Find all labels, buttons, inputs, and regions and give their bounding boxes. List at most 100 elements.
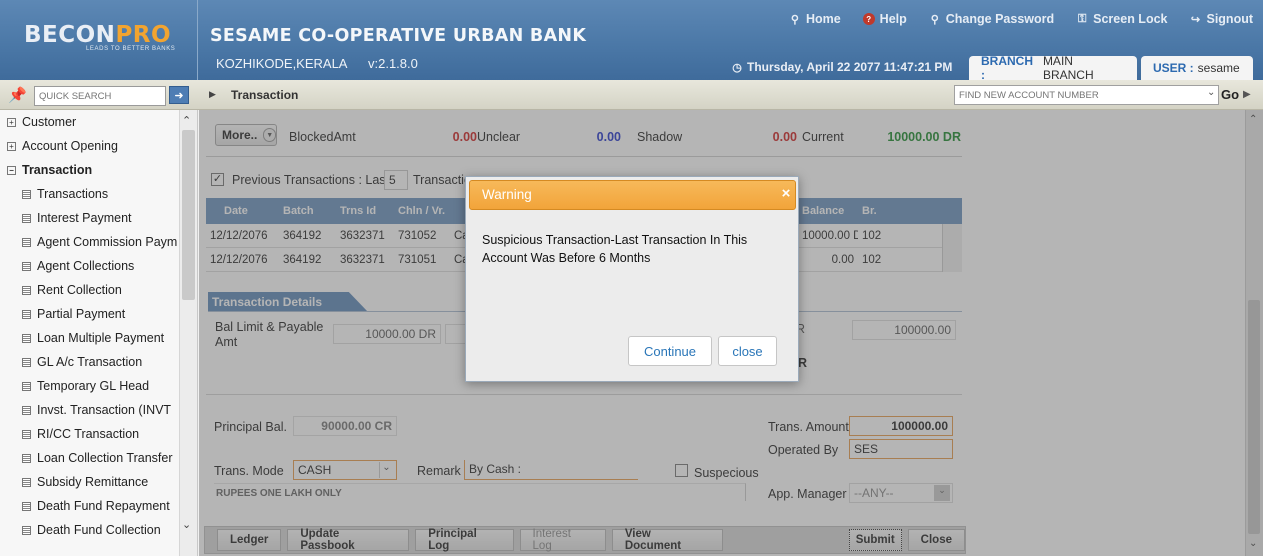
sidebar-item[interactable]: GL A/c Transaction [0, 350, 178, 374]
dialog-title: Warning [482, 187, 532, 202]
search-icon: ⚲ [790, 13, 799, 26]
quick-search-button[interactable]: ➜ [169, 86, 189, 104]
page-icon [22, 189, 31, 199]
logo: BECONPRO LEADS TO BETTER BANKS [0, 0, 198, 80]
sidebar-item-label: GL A/c Transaction [37, 355, 143, 369]
sidebar-item-label: Customer [22, 115, 77, 129]
sidebar-item-label: Agent Commission Paym [37, 235, 178, 249]
page-icon [22, 525, 31, 535]
sidebar-item-label: Rent Collection [37, 283, 122, 297]
quick-search-input[interactable] [34, 86, 166, 106]
sidebar-item-label: Agent Collections [37, 259, 135, 273]
scroll-down-icon[interactable]: ⌄ [182, 518, 191, 531]
help-link[interactable]: ? Help [862, 12, 907, 26]
dialog-message: Suspicious Transaction-Last Transaction … [482, 233, 748, 265]
page-icon [22, 501, 31, 511]
logo-wordmark: BECONPRO [24, 22, 172, 48]
app-header: BECONPRO LEADS TO BETTER BANKS SESAME CO… [0, 0, 1263, 82]
branch-tab[interactable]: BRANCH : MAIN BRANCH [969, 54, 1137, 82]
page-icon [22, 405, 31, 415]
sidebar-item[interactable]: − Transaction [0, 158, 178, 182]
lock-icon: ⚿ [1077, 12, 1087, 25]
page-icon [22, 213, 31, 223]
page-icon [22, 357, 31, 367]
help-icon: ? [862, 13, 875, 25]
chevron-down-icon[interactable]: ⌄ [1207, 87, 1215, 98]
sidebar-item-label: Death Fund Collection [37, 523, 161, 537]
sidebar-item[interactable]: Agent Commission Paym [0, 230, 178, 254]
dialog-header: Warning × [469, 180, 796, 210]
sidebar-item[interactable]: + Customer [0, 110, 178, 134]
home-link[interactable]: ⚲ Home [789, 12, 841, 26]
sidebar-item[interactable]: Death Fund Collection [0, 518, 178, 542]
sidebar-item-label: Invst. Transaction (INVT [37, 403, 172, 417]
sidebar-item[interactable]: Invst. Transaction (INVT [0, 398, 178, 422]
breadcrumb-arrow-icon: ▶ [209, 89, 216, 99]
clock-icon: ◷ [732, 61, 742, 74]
sidebar-item[interactable]: Loan Collection Transfer [0, 446, 178, 470]
sidebar-item-label: Partial Payment [37, 307, 126, 321]
go-arrow-icon: ▶ [1243, 89, 1251, 100]
sidebar-item[interactable]: + Account Opening [0, 134, 178, 158]
sidebar-item[interactable]: Subsidy Remittance [0, 470, 178, 494]
page-icon [22, 453, 31, 463]
bank-name: SESAME CO-OPERATIVE URBAN BANK [210, 26, 587, 46]
sidebar-item[interactable]: Rent Collection [0, 278, 178, 302]
key-icon: ⚲ [930, 13, 939, 26]
sidebar-scrollbar[interactable]: ⌃ ⌄ [179, 110, 197, 556]
screen-lock-link[interactable]: ⚿ Screen Lock [1076, 12, 1168, 26]
dialog-close-button[interactable]: close [718, 336, 777, 366]
sidebar-item-label: Temporary GL Head [37, 379, 150, 393]
warning-dialog: Warning × Suspicious Transaction-Last Tr… [465, 176, 799, 382]
page-icon [22, 237, 31, 247]
sidebar-item-label: Interest Payment [37, 211, 132, 225]
page-icon [22, 429, 31, 439]
sidebar-item-label: Transactions [37, 187, 109, 201]
app-version: v:2.1.8.0 [368, 56, 418, 71]
scroll-up-icon[interactable]: ⌃ [182, 114, 191, 127]
sidebar: + Customer + Account Opening − Transaction Tra… [0, 110, 198, 556]
top-links: ⚲ Home ? Help ⚲ Change Password ⚿ Screen Loc… [789, 12, 1253, 26]
sidebar-item[interactable]: RI/CC Transaction [0, 422, 178, 446]
page-icon [22, 309, 31, 319]
sidebar-item-label: Loan Collection Transfer [37, 451, 173, 465]
page-icon [22, 333, 31, 343]
sidebar-item[interactable]: Loan Multiple Payment [0, 326, 178, 350]
close-icon[interactable]: × [779, 186, 793, 201]
account-search-input[interactable] [954, 85, 1219, 105]
sidebar-item[interactable]: Transactions [0, 182, 178, 206]
sidebar-item[interactable]: Partial Payment [0, 302, 178, 326]
change-password-link[interactable]: ⚲ Change Password [929, 12, 1054, 26]
signout-icon: ↪ [1190, 13, 1201, 26]
sidebar-item[interactable]: Temporary GL Head [0, 374, 178, 398]
pin-icon[interactable]: 📌 [8, 86, 27, 104]
sidebar-item-label: Subsidy Remittance [37, 475, 149, 489]
expand-icon: + [7, 117, 16, 127]
arrow-right-icon: ➜ [174, 89, 184, 102]
sidebar-item[interactable]: Death Fund Repayment [0, 494, 178, 518]
continue-button[interactable]: Continue [628, 336, 712, 366]
sidebar-menu: + Customer + Account Opening − Transaction Tra… [0, 110, 197, 542]
bank-location: KOZHIKODE,KERALA [216, 56, 348, 71]
user-tab[interactable]: USER : sesame [1141, 56, 1253, 80]
go-button[interactable]: Go [1221, 87, 1239, 102]
page-icon [22, 477, 31, 487]
sidebar-item-label: Loan Multiple Payment [37, 331, 165, 345]
page-icon [22, 381, 31, 391]
page-icon [22, 285, 31, 295]
signout-link[interactable]: ↪ Signout [1189, 12, 1253, 26]
sidebar-item-label: Transaction [22, 163, 93, 177]
expand-icon: − [7, 165, 16, 175]
sidebar-item[interactable]: Agent Collections [0, 254, 178, 278]
sidebar-item-label: Account Opening [22, 139, 118, 153]
logo-tagline: LEADS TO BETTER BANKS [86, 46, 176, 52]
datetime-display: ◷ Thursday, April 22 2077 11:47:21 PM [732, 60, 953, 74]
sidebar-item-label: RI/CC Transaction [37, 427, 140, 441]
sidebar-item-label: Death Fund Repayment [37, 499, 170, 513]
breadcrumb: Transaction [231, 88, 299, 102]
page-icon [22, 261, 31, 271]
scroll-thumb[interactable] [182, 130, 195, 300]
toolbar: 📌 ➜ ▶ Transaction ⌄ Go ▶ [0, 80, 1263, 110]
expand-icon: + [7, 141, 16, 151]
sidebar-item[interactable]: Interest Payment [0, 206, 178, 230]
